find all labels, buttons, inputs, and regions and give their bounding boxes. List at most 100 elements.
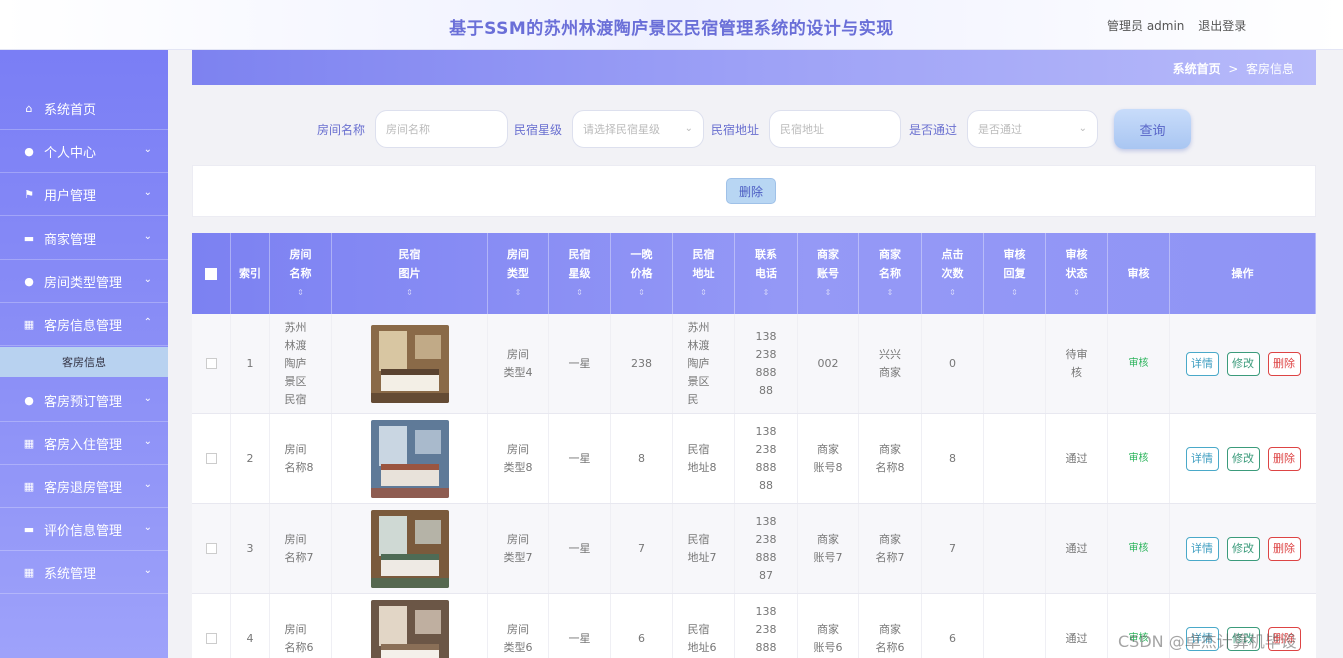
sidebar-subitem-room-info[interactable]: 客房信息 [0, 347, 168, 377]
sidebar-item-8[interactable]: ▦ 客房入住管理 ⌄ [0, 423, 168, 465]
col-header-reply[interactable]: 审核回复 ⇕ [984, 233, 1046, 314]
row-checkbox[interactable] [205, 633, 217, 644]
sidebar-item-2[interactable]: ● 个人中心 ⌄ [0, 131, 168, 173]
user-icon: ● [24, 275, 34, 288]
batch-delete-button[interactable]: 删除 [726, 178, 776, 204]
select-all-checkbox[interactable] [205, 267, 217, 280]
sort-icon[interactable]: ⇕ [502, 283, 534, 302]
row-checkbox-cell [192, 504, 231, 593]
breadcrumb-home[interactable]: 系统首页 [1173, 62, 1221, 76]
sidebar-item-3[interactable]: ⚑ 用户管理 ⌄ [0, 174, 168, 216]
cell-room-name: 房间名称8 [270, 414, 332, 503]
sort-icon[interactable]: ⇕ [688, 283, 720, 302]
sidebar-item-7[interactable]: ● 客房预订管理 ⌄ [0, 380, 168, 422]
room-photo[interactable] [370, 324, 449, 403]
address-label: 民宿地址 [711, 123, 760, 137]
action-bar: 删除 [192, 165, 1316, 217]
table-row[interactable]: 2 房间名称8 房间类型8 一星 8 民宿地址8 13823888888 商家账号8 商家名称8… [192, 414, 1316, 504]
grid-icon: ▦ [23, 318, 35, 331]
room-name-label: 房间名称 [317, 123, 366, 137]
cell-text: 房间类型8 [503, 442, 533, 474]
monitor-icon: ▬ [23, 232, 35, 245]
address-input[interactable]: 民宿地址 [769, 110, 901, 148]
sidebar-item-4[interactable]: ▬ 商家管理 ⌄ [0, 218, 168, 260]
detail-button[interactable]: 详情 [1185, 351, 1219, 376]
col-header-checkbox[interactable] [192, 233, 231, 314]
sort-icon[interactable]: ⇕ [285, 283, 317, 302]
sort-icon[interactable]: ⇕ [626, 283, 658, 302]
cell-text: 3 [246, 541, 254, 555]
cell-phone: 13823888886 [735, 594, 798, 658]
detail-button[interactable]: 详情 [1185, 536, 1219, 561]
col-header-label: 商家名称 [879, 248, 901, 280]
col-header-index[interactable]: 索引 [231, 233, 270, 314]
sidebar-item-9[interactable]: ▦ 客房退房管理 ⌄ [0, 466, 168, 508]
cell-text: 1 [246, 356, 254, 370]
query-button[interactable]: 查询 [1114, 109, 1191, 149]
col-header-price[interactable]: 一晚价格 ⇕ [611, 233, 673, 314]
col-header-room-type[interactable]: 房间类型 ⇕ [488, 233, 549, 314]
col-header-audit[interactable]: 审核 [1108, 233, 1170, 314]
sort-icon[interactable]: ⇕ [1061, 283, 1093, 302]
sort-icon[interactable]: ⇕ [812, 283, 844, 302]
row-checkbox[interactable] [205, 453, 217, 464]
sort-icon[interactable]: ⇕ [937, 283, 969, 302]
cell-price: 7 [611, 504, 673, 593]
col-header-room-name[interactable]: 房间名称 ⇕ [270, 233, 332, 314]
col-header-merchant-name[interactable]: 商家名称 ⇕ [859, 233, 922, 314]
col-header-photo[interactable]: 民宿图片 ⇕ [332, 233, 488, 314]
delete-button[interactable]: 删除 [1267, 536, 1301, 561]
cell-text: 一星 [568, 541, 591, 555]
row-checkbox[interactable] [205, 358, 217, 369]
detail-button[interactable]: 详情 [1185, 446, 1219, 471]
pass-select[interactable]: 是否通过 ⌄ [967, 110, 1098, 148]
room-photo[interactable] [370, 419, 449, 498]
edit-button[interactable]: 修改 [1226, 536, 1260, 561]
table-row[interactable]: 3 房间名称7 房间类型7 一星 7 民宿地址7 13823888887 商家账号7 商家名称7… [192, 504, 1316, 594]
col-header-status[interactable]: 审核状态 ⇕ [1046, 233, 1108, 314]
col-header-clicks[interactable]: 点击次数 ⇕ [922, 233, 984, 314]
cell-status: 待审核 [1046, 314, 1108, 413]
cell-text[interactable]: 审核 [1129, 540, 1149, 558]
sidebar-item-1[interactable]: ⌂ 系统首页 [0, 88, 168, 130]
row-checkbox[interactable] [205, 543, 217, 554]
star-select[interactable]: 请选择民宿星级 ⌄ [572, 110, 704, 148]
cell-reply [984, 594, 1046, 658]
room-name-input[interactable]: 房间名称 [375, 110, 508, 148]
edit-button[interactable]: 修改 [1226, 446, 1260, 471]
room-photo[interactable] [370, 509, 449, 588]
chevron-down-icon: ⌄ [143, 565, 152, 576]
logout-link[interactable]: 退出登录 [1198, 19, 1246, 33]
delete-button[interactable]: 删除 [1267, 446, 1301, 471]
room-photo[interactable] [370, 599, 449, 658]
sort-icon[interactable]: ⇕ [874, 283, 906, 302]
sidebar-item-5[interactable]: ● 房间类型管理 ⌄ [0, 261, 168, 303]
col-header-label: 一晚价格 [630, 248, 653, 280]
col-header-address[interactable]: 民宿地址 ⇕ [673, 233, 735, 314]
sidebar-item-10[interactable]: ▬ 评价信息管理 ⌄ [0, 509, 168, 551]
col-header-ops[interactable]: 操作 [1170, 233, 1316, 314]
sort-icon[interactable]: ⇕ [750, 283, 782, 302]
sidebar-item-11[interactable]: ▦ 系统管理 ⌄ [0, 552, 168, 594]
sort-icon[interactable]: ⇕ [564, 283, 596, 302]
cell-text[interactable]: 审核 [1129, 355, 1149, 373]
cell-text: 通过 [1065, 631, 1088, 645]
col-header-phone[interactable]: 联系电话 ⇕ [735, 233, 798, 314]
delete-button[interactable]: 删除 [1267, 351, 1301, 376]
cell-star: 一星 [549, 414, 611, 503]
cell-text: 13823888888 [755, 329, 777, 397]
sort-icon[interactable]: ⇕ [394, 283, 426, 302]
edit-button[interactable]: 修改 [1226, 351, 1260, 376]
cell-text: 6 [949, 631, 956, 645]
col-header-merchant-account[interactable]: 商家账号 ⇕ [798, 233, 859, 314]
sidebar-item-label: 评价信息管理 [44, 524, 123, 539]
col-header-label: 点击次数 [941, 248, 964, 280]
cell-room-name: 房间名称6 [270, 594, 332, 658]
table-row[interactable]: 1 苏州林渡陶庐景区民宿 房间类型4 一星 238 苏州林渡陶庐景区民 1382388888… [192, 314, 1316, 414]
cell-text[interactable]: 审核 [1129, 450, 1149, 468]
sidebar-item-6[interactable]: ▦ 客房信息管理 ⌃ [0, 304, 168, 346]
sort-icon[interactable]: ⇕ [999, 283, 1031, 302]
col-header-star[interactable]: 民宿星级 ⇕ [549, 233, 611, 314]
cell-room-type: 房间类型7 [488, 504, 549, 593]
cell-clicks: 7 [922, 504, 984, 593]
